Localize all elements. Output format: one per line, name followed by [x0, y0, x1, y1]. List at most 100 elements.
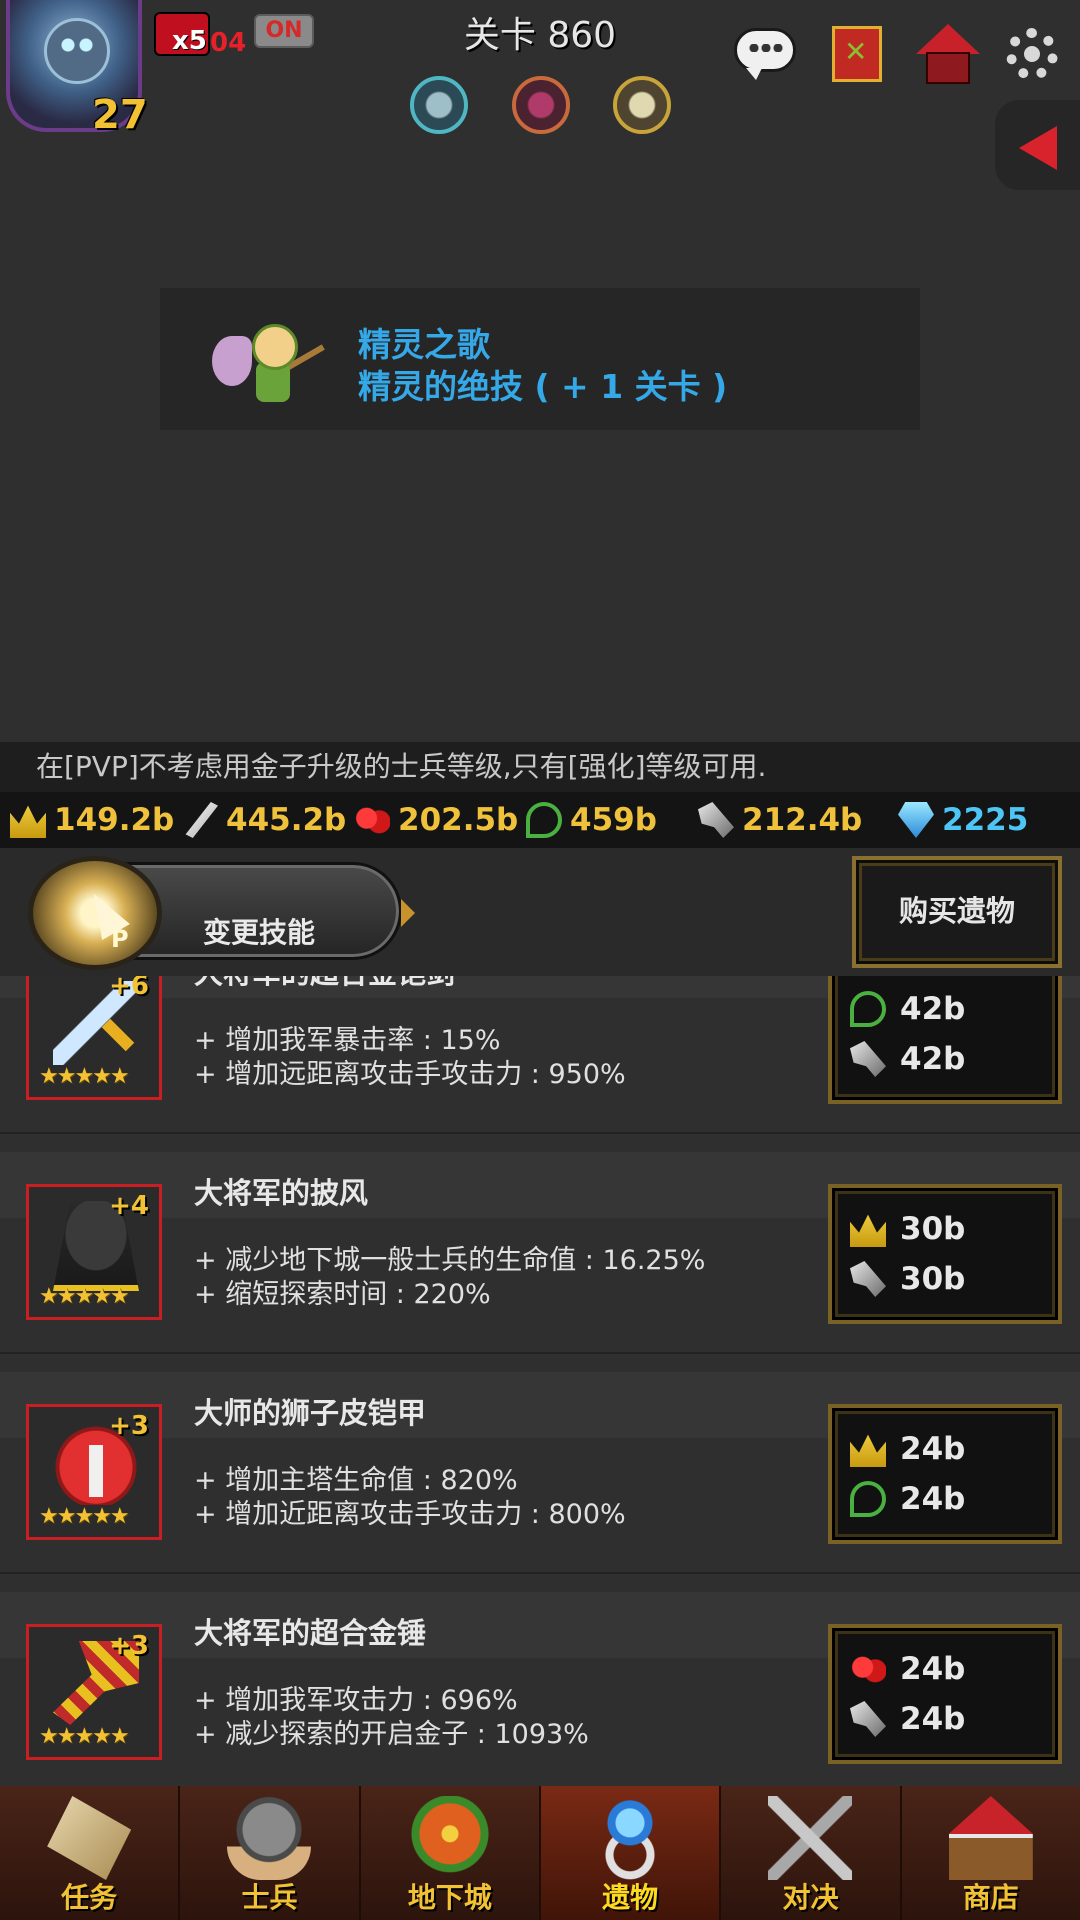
- shop-icon: [948, 1796, 1033, 1880]
- cost-amount: 24b: [900, 1651, 966, 1687]
- relic-effect: + 增加近距离攻击手攻击力 : 800%: [194, 1499, 626, 1530]
- claw-icon: [850, 1041, 886, 1077]
- nav-label: 商店: [962, 1881, 1019, 1914]
- currency-bar: 149.2b 445.2b 202.5b 459b 212.4b 2225: [0, 792, 1080, 848]
- mailbox-icon[interactable]: [916, 24, 980, 84]
- horn-skill-icon[interactable]: P: [28, 856, 162, 970]
- helmet-icon: [227, 1796, 312, 1880]
- star-rating: ★★★★★: [39, 1504, 130, 1529]
- crown-icon: [10, 805, 46, 838]
- currency-meat: 202.5b: [354, 792, 518, 848]
- horn-buff-icon[interactable]: [613, 76, 671, 134]
- nav-label: 任务: [61, 1881, 118, 1914]
- crossed-swords-icon: [768, 1796, 853, 1880]
- star-rating: ★★★★★: [39, 1064, 130, 1089]
- vine-icon: [526, 802, 562, 838]
- fairy-icon: [208, 306, 325, 414]
- cost-amount: 24b: [900, 1431, 966, 1467]
- nav-tab-relics[interactable]: 遗物: [540, 1786, 722, 1920]
- claw-icon: [850, 1701, 886, 1737]
- currency-value: 2225: [942, 802, 1029, 838]
- change-skill-label: 变更技能: [203, 916, 316, 949]
- vine-icon: [850, 1481, 886, 1517]
- meat-icon: [354, 802, 390, 838]
- arrow-left-icon: [1019, 126, 1057, 170]
- nav-tab-pvp[interactable]: 对决: [721, 1786, 902, 1920]
- dungeon-plant-icon: [407, 1796, 492, 1880]
- relic-name: 大将军的超合金铠剑: [194, 976, 455, 992]
- currency-value: 445.2b: [226, 802, 347, 838]
- upgrade-cost-button[interactable]: 42b 42b: [828, 976, 1062, 1104]
- relic-thumbnail[interactable]: +4 ★★★★★: [26, 1184, 162, 1320]
- top-bar: 27 x5 04 ON 关卡 860 ✕: [0, 0, 1080, 190]
- list-item: +3 ★★★★★ 大师的狮子皮铠甲 + 增加主塔生命值 : 820% + 增加近…: [0, 1372, 1080, 1574]
- crown-icon: [850, 1214, 886, 1247]
- boost-count: 04: [210, 28, 247, 58]
- nav-tab-soldiers[interactable]: 士兵: [180, 1786, 361, 1920]
- auto-toggle[interactable]: ON: [254, 14, 314, 48]
- currency-value: 212.4b: [742, 802, 863, 838]
- upgrade-level: +3: [109, 1411, 149, 1441]
- currency-claw: 212.4b: [698, 792, 862, 848]
- nav-tab-shop[interactable]: 商店: [901, 1786, 1080, 1920]
- currency-value: 459b: [570, 802, 657, 838]
- relic-orb-icon: [588, 1796, 673, 1880]
- upgrade-level: +6: [109, 976, 149, 1001]
- relic-effect: + 减少探索的开启金子 : 1093%: [194, 1719, 589, 1750]
- star-rating: ★★★★★: [39, 1284, 130, 1309]
- skill-notice-banner: 精灵之歌 精灵的绝技 ( + 1 关卡 ): [160, 288, 920, 430]
- tower-buff-icon[interactable]: [410, 76, 468, 134]
- cost-row: 24b: [850, 1424, 965, 1474]
- relic-name: 大师的狮子皮铠甲: [194, 1396, 427, 1430]
- flower-buff-icon[interactable]: [512, 76, 570, 134]
- cost-row: 30b: [850, 1254, 965, 1304]
- meat-icon: [850, 1651, 886, 1687]
- relic-effect: + 增加远距离攻击手攻击力 : 950%: [194, 1059, 626, 1090]
- bottom-navigation: 任务 士兵 地下城 遗物 对决 商店: [0, 1786, 1080, 1920]
- cost-amount: 24b: [900, 1701, 966, 1737]
- cost-amount: 30b: [900, 1211, 966, 1247]
- relic-action-bar: 变更技能 P 购买遗物: [0, 848, 1080, 976]
- list-item: +3 ★★★★★ 大将军的超合金锤 + 增加我军攻击力 : 696% + 减少探…: [0, 1592, 1080, 1786]
- guild-banner-icon[interactable]: ✕: [826, 24, 890, 84]
- vine-icon: [850, 991, 886, 1027]
- currency-value: 149.2b: [54, 802, 175, 838]
- upgrade-cost-button[interactable]: 30b 30b: [828, 1184, 1062, 1324]
- list-item: +6 ★★★★★ 大将军的超合金铠剑 + 增加我军暴击率 : 15% + 增加远…: [0, 976, 1080, 1134]
- nav-label: 对决: [782, 1881, 839, 1914]
- boost-multiplier: x5: [172, 26, 207, 56]
- nav-tab-quests[interactable]: 任务: [0, 1786, 181, 1920]
- relic-thumbnail[interactable]: +3 ★★★★★: [26, 1404, 162, 1540]
- skull-knight-icon: [44, 18, 110, 84]
- cost-row: 24b: [850, 1644, 965, 1694]
- relic-thumbnail[interactable]: +3 ★★★★★: [26, 1624, 162, 1760]
- side-panel-toggle[interactable]: [995, 100, 1080, 190]
- cost-row: 24b: [850, 1474, 965, 1524]
- upgrade-level: +4: [109, 1191, 149, 1221]
- upgrade-cost-button[interactable]: 24b 24b: [828, 1404, 1062, 1544]
- nav-tab-dungeon[interactable]: 地下城: [360, 1786, 541, 1920]
- chat-icon[interactable]: [734, 24, 798, 84]
- currency-gem[interactable]: 2225: [898, 792, 1028, 848]
- relic-thumbnail[interactable]: +6 ★★★★★: [26, 976, 162, 1100]
- cost-amount: 30b: [900, 1261, 966, 1297]
- list-item: +4 ★★★★★ 大将军的披风 + 减少地下城一般士兵的生命值 : 16.25%…: [0, 1152, 1080, 1354]
- cost-amount: 42b: [900, 991, 966, 1027]
- relic-list[interactable]: +6 ★★★★★ 大将军的超合金铠剑 + 增加我军暴击率 : 15% + 增加远…: [0, 976, 1080, 1786]
- cost-row: 30b: [850, 1204, 965, 1254]
- notice-title: 精灵之歌: [358, 325, 490, 364]
- gear-icon[interactable]: [1002, 24, 1062, 84]
- skill-badge: P: [111, 925, 129, 953]
- upgrade-cost-button[interactable]: 24b 24b: [828, 1624, 1062, 1764]
- claw-icon: [850, 1261, 886, 1297]
- relic-name: 大将军的超合金锤: [194, 1616, 427, 1650]
- currency-vine: 459b: [526, 792, 657, 848]
- cost-row: 24b: [850, 1694, 965, 1744]
- currency-crown: 149.2b: [10, 792, 174, 848]
- cost-row: 42b: [850, 1034, 965, 1084]
- buy-relic-button[interactable]: 购买遗物: [852, 856, 1062, 968]
- nav-label: 士兵: [241, 1881, 298, 1914]
- scroll-icon: [47, 1796, 132, 1880]
- gem-icon: [898, 802, 934, 838]
- star-rating: ★★★★★: [39, 1724, 130, 1749]
